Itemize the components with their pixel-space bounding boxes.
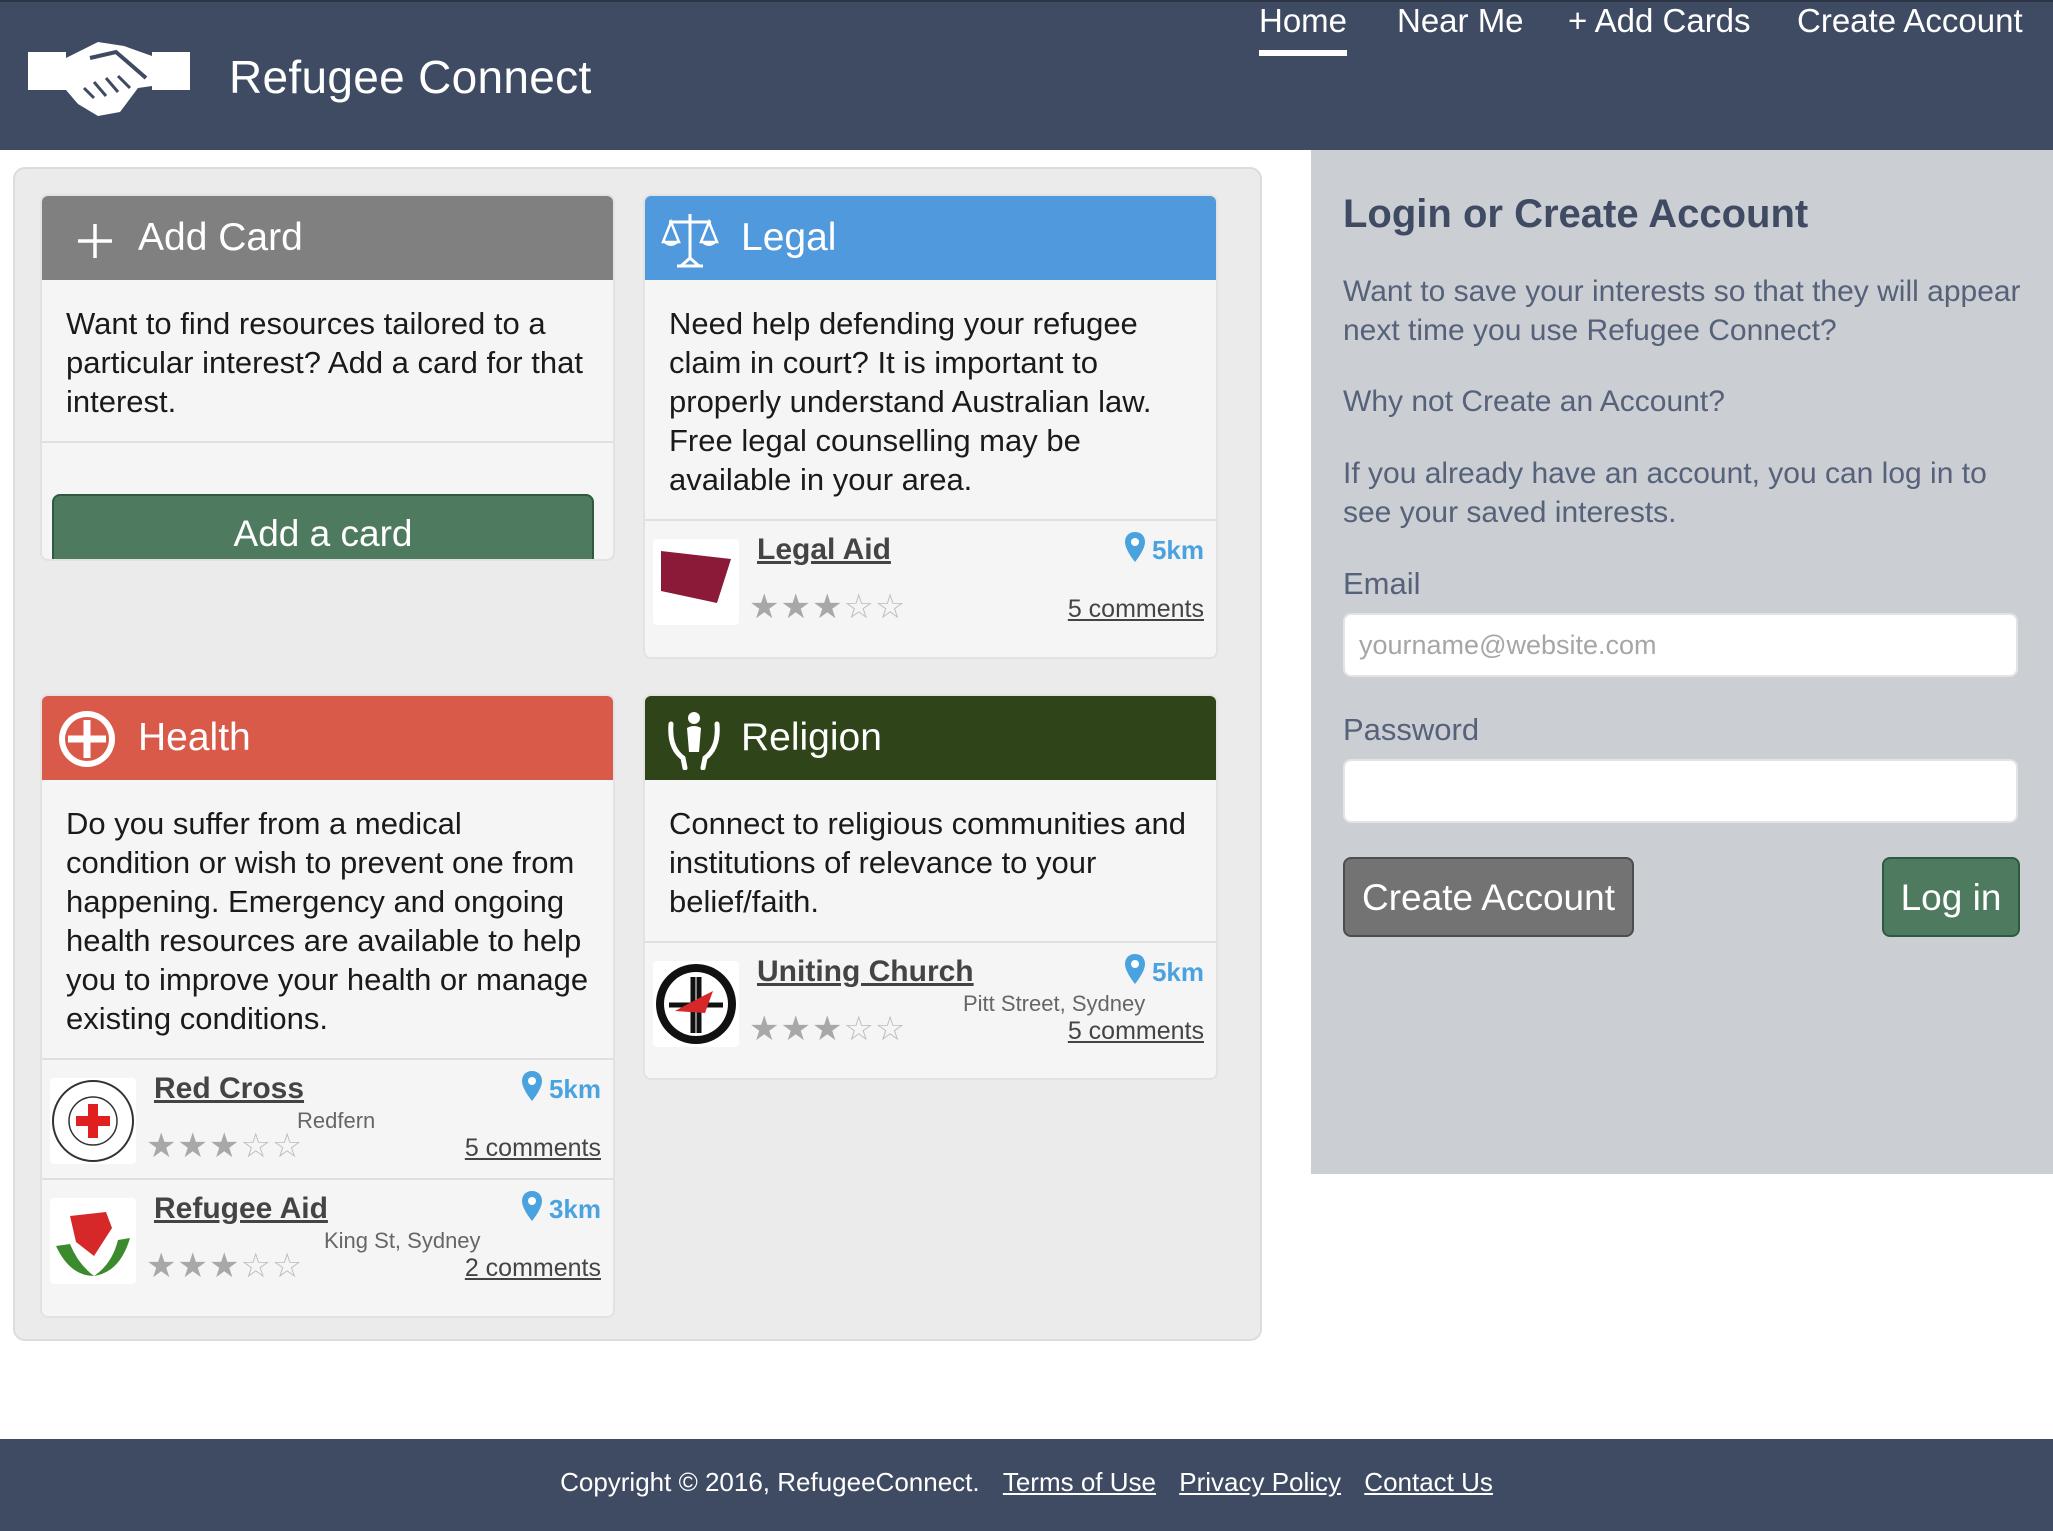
scales-of-justice-icon (661, 214, 719, 268)
site-header: Refugee Connect Home Near Me + Add Cards… (0, 0, 2053, 150)
distance-value: 3km (548, 1194, 601, 1224)
privacy-policy-link[interactable]: Privacy Policy (1179, 1467, 1341, 1497)
praying-hands-icon (668, 712, 720, 770)
comments-link[interactable]: 5 comments (1068, 1017, 1204, 1046)
resource-location: Pitt Street, Sydney (963, 991, 1146, 1016)
distance-value: 5km (1151, 535, 1204, 565)
site-footer: Copyright © 2016, RefugeeConnect. Terms … (0, 1439, 2053, 1531)
australian-red-cross-logo (50, 1078, 136, 1164)
distance-label: 5km (521, 1070, 601, 1105)
login-title: Login or Create Account (1343, 192, 1809, 236)
card-title: Legal (741, 216, 837, 259)
legal-aid-logo (653, 539, 739, 625)
resource-name[interactable]: Uniting Church (757, 955, 974, 989)
map-pin-icon (1124, 532, 1145, 562)
resource-name[interactable]: Legal Aid (757, 533, 891, 567)
card-description: Connect to religious communities and ins… (645, 780, 1216, 943)
card-title: Health (138, 716, 251, 759)
distance-value: 5km (1151, 957, 1204, 987)
copyright-text: Copyright © 2016, RefugeeConnect. (560, 1467, 980, 1497)
add-a-card-button[interactable]: Add a card (52, 494, 594, 559)
health-card: Health Do you suffer from a medical cond… (40, 694, 615, 1318)
login-existing-text: If you already have an account, you can … (1343, 457, 1987, 529)
star-rating: ★★★☆☆ (749, 588, 907, 626)
religion-header: Religion (645, 696, 1216, 780)
resource-name[interactable]: Refugee Aid (154, 1192, 328, 1226)
password-label: Password (1343, 712, 1480, 747)
map-pin-icon (521, 1191, 542, 1221)
star-rating: ★★★☆☆ (146, 1247, 304, 1285)
map-pin-icon (1124, 954, 1145, 984)
comments-link[interactable]: 5 comments (1068, 595, 1204, 624)
nav-near-me[interactable]: Near Me (1397, 2, 1524, 40)
resource-item[interactable]: Uniting Church Pitt Street, Sydney 5km ★… (645, 943, 1216, 1061)
refugee-aid-logo (50, 1198, 136, 1284)
comments-link[interactable]: 2 comments (465, 1254, 601, 1283)
resource-name[interactable]: Red Cross (154, 1072, 304, 1106)
email-field[interactable] (1343, 613, 2018, 677)
add-card-card: Add Card Want to find resources tailored… (40, 194, 615, 561)
card-title: Religion (741, 716, 882, 759)
log-in-button[interactable]: Log in (1882, 857, 2020, 937)
resource-item[interactable]: Refugee Aid King St, Sydney 3km ★★★☆☆ 2 … (42, 1178, 613, 1298)
add-card-header: Add Card (42, 196, 613, 280)
card-description: Want to find resources tailored to a par… (42, 280, 613, 443)
star-rating: ★★★☆☆ (146, 1127, 304, 1165)
distance-label: 3km (521, 1190, 601, 1225)
card-description: Do you suffer from a medical condition o… (42, 780, 613, 1060)
plus-icon (78, 224, 112, 258)
distance-label: 5km (1124, 531, 1204, 566)
comments-link[interactable]: 5 comments (465, 1134, 601, 1163)
resource-location: King St, Sydney (324, 1228, 481, 1253)
card-title: Add Card (138, 216, 303, 259)
login-prompt-text: Why not Create an Account? (1343, 385, 1725, 418)
resource-item[interactable]: Legal Aid 5km ★★★☆☆ 5 comments (645, 521, 1216, 639)
religion-card: Religion Connect to religious communitie… (643, 694, 1218, 1080)
contact-us-link[interactable]: Contact Us (1364, 1467, 1493, 1497)
map-pin-icon (521, 1071, 542, 1101)
email-label: Email (1343, 566, 1421, 601)
legal-card: Legal Need help defending your refugee c… (643, 194, 1218, 659)
nav-home[interactable]: Home (1259, 2, 1348, 56)
resource-location: Redfern (297, 1108, 376, 1133)
card-description: Need help defending your refugee claim i… (645, 280, 1216, 521)
cards-panel: Add Card Want to find resources tailored… (13, 167, 1262, 1341)
site-title[interactable]: Refugee Connect (229, 50, 592, 104)
nav-create-account[interactable]: Create Account (1797, 2, 2023, 40)
star-rating: ★★★☆☆ (749, 1010, 907, 1048)
uniting-church-logo (653, 961, 739, 1047)
distance-label: 5km (1124, 953, 1204, 988)
health-header: Health (42, 696, 613, 780)
footer-content: Copyright © 2016, RefugeeConnect. Terms … (0, 1467, 2053, 1498)
medical-cross-icon (59, 711, 115, 767)
handshake-icon[interactable] (28, 38, 190, 118)
login-intro-text: Want to save your interests so that they… (1343, 275, 2021, 347)
password-field[interactable] (1343, 759, 2018, 823)
terms-of-use-link[interactable]: Terms of Use (1003, 1467, 1156, 1497)
nav-add-cards[interactable]: + Add Cards (1568, 2, 1751, 40)
legal-header: Legal (645, 196, 1216, 280)
distance-value: 5km (548, 1074, 601, 1104)
resource-item[interactable]: Red Cross Redfern 5km ★★★☆☆ 5 comments (42, 1060, 613, 1178)
create-account-button[interactable]: Create Account (1343, 857, 1634, 937)
login-sidebar: Login or Create Account Want to save you… (1311, 150, 2053, 1174)
